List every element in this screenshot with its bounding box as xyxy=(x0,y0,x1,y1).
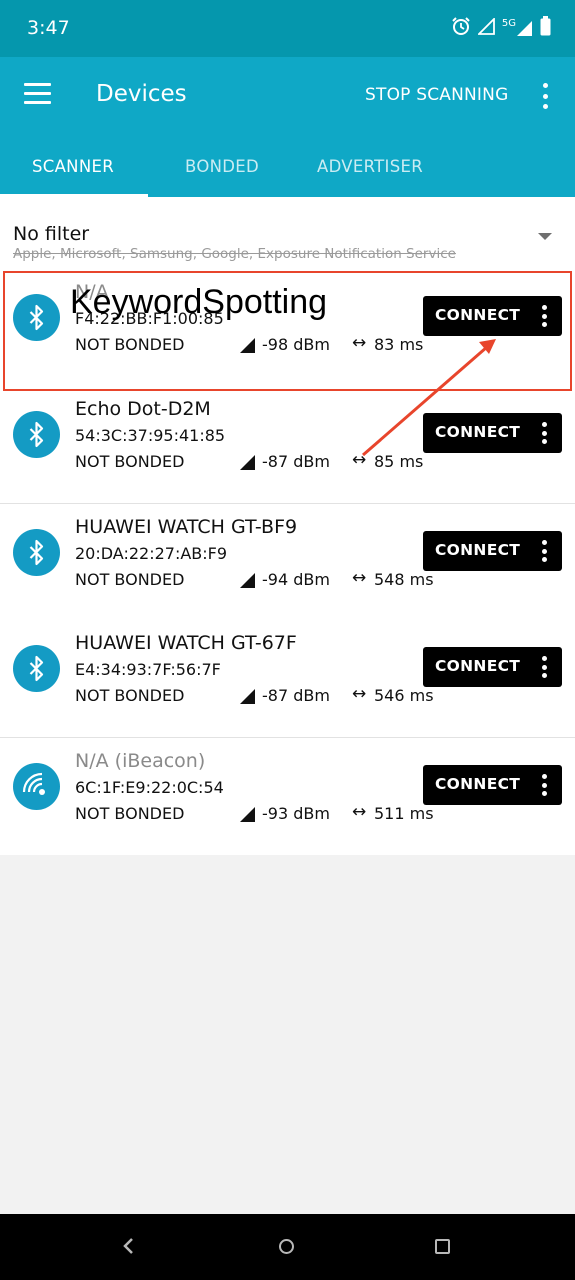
connect-button[interactable]: CONNECT xyxy=(423,531,562,571)
bond-status: NOT BONDED xyxy=(75,570,185,589)
home-icon[interactable] xyxy=(279,1239,294,1254)
interval-icon: ↔ xyxy=(352,684,367,704)
connect-label: CONNECT xyxy=(435,775,521,793)
navigation-bar xyxy=(0,1214,575,1280)
signal-strength-icon xyxy=(240,573,255,588)
device-name: HUAWEI WATCH GT-BF9 xyxy=(75,516,298,538)
device-mac: 6C:1F:E9:22:0C:54 xyxy=(75,778,224,797)
connect-label: CONNECT xyxy=(435,541,521,559)
bond-status: NOT BONDED xyxy=(75,804,185,823)
more-vert-icon[interactable] xyxy=(539,540,549,562)
device-name: N/A (iBeacon) xyxy=(75,750,206,772)
device-rssi: -94 dBm xyxy=(262,570,330,589)
interval-icon: ↔ xyxy=(352,802,367,822)
device-name: HUAWEI WATCH GT-67F xyxy=(75,632,297,654)
device-mac: E4:34:93:7F:56:7F xyxy=(75,660,221,679)
bluetooth-icon xyxy=(13,529,60,576)
signal-strength-icon xyxy=(240,689,255,704)
device-mac: 20:DA:22:27:AB:F9 xyxy=(75,544,228,563)
more-vert-icon[interactable] xyxy=(539,774,549,796)
more-vert-icon[interactable] xyxy=(539,656,549,678)
arrow-annotation xyxy=(362,339,496,457)
device-rssi: -93 dBm xyxy=(262,804,330,823)
bond-status: NOT BONDED xyxy=(75,686,185,705)
device-row[interactable]: HUAWEI WATCH GT-BF9 20:DA:22:27:AB:F9 NO… xyxy=(0,503,575,620)
device-rssi: -87 dBm xyxy=(262,686,330,705)
device-row[interactable]: N/A (iBeacon) 6C:1F:E9:22:0C:54 NOT BOND… xyxy=(0,737,575,854)
recents-icon[interactable] xyxy=(435,1239,450,1254)
connect-button[interactable]: CONNECT xyxy=(423,765,562,805)
signal-strength-icon xyxy=(240,807,255,822)
interval-icon: ↔ xyxy=(352,568,367,588)
device-interval: 546 ms xyxy=(374,686,434,705)
bluetooth-icon xyxy=(13,645,60,692)
device-interval: 511 ms xyxy=(374,804,434,823)
back-icon[interactable] xyxy=(121,1236,137,1260)
connect-button[interactable]: CONNECT xyxy=(423,647,562,687)
device-row[interactable]: HUAWEI WATCH GT-67F E4:34:93:7F:56:7F NO… xyxy=(0,620,575,737)
connect-label: CONNECT xyxy=(435,657,521,675)
device-interval: 548 ms xyxy=(374,570,434,589)
beacon-icon xyxy=(13,763,60,810)
